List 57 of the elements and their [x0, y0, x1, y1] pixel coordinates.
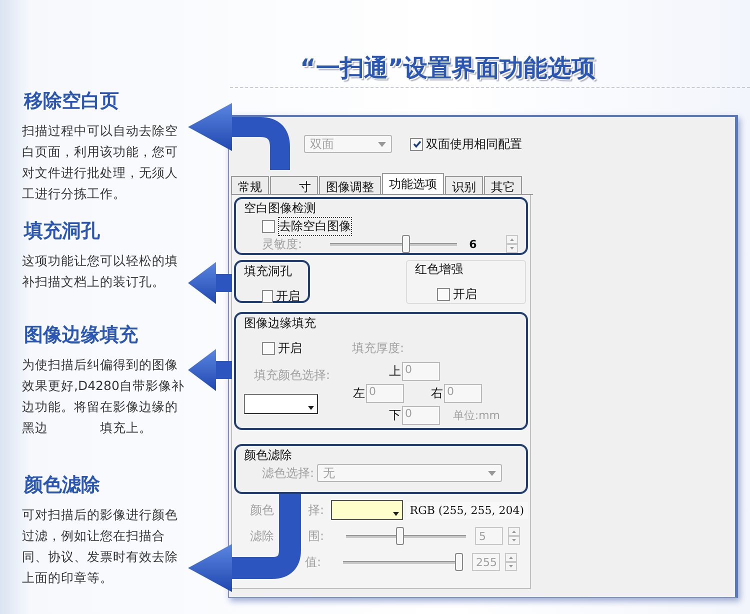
field-label: 下 [388, 407, 402, 424]
arrow-drawing [188, 349, 232, 391]
group-title: 颜色滤除 [244, 447, 293, 464]
spin-buttons[interactable] [508, 527, 520, 545]
feature-description: 可对扫描后的影像进行颜色过滤，例如让您在扫描合同、协议、发票时有效去除上面的印章等。 [22, 506, 179, 587]
checkbox-label: 去除空白图像 [278, 216, 352, 236]
group-title: 空白图像检测 [244, 200, 317, 217]
unit-label: 单位:mm [452, 408, 500, 423]
field-label: 左 [352, 385, 366, 402]
spin-buttons[interactable] [506, 235, 518, 253]
group-title: 红色增强 [415, 261, 464, 278]
field-label: 择: [308, 502, 324, 518]
caret-icon [488, 470, 496, 476]
feature-heading: 填充洞孔 [24, 219, 101, 244]
checkbox-label: 开启 [276, 288, 300, 305]
feature-description: 扫描过程中可以自动去除空白页面，利用该功能，您可对文件进行批处理，无须人工进行分拣工作。 [22, 122, 179, 203]
tab[interactable]: 功能选项 [382, 173, 444, 194]
field-label: 围: [308, 528, 324, 544]
group-title: 图像边缘填充 [244, 315, 317, 332]
slider[interactable] [330, 235, 458, 253]
page-title: “一扫通”设置界面功能选项 [300, 53, 597, 84]
spin-buttons[interactable] [505, 553, 518, 571]
field-label: 填充厚度: [352, 340, 406, 357]
tab[interactable]: 寸 [270, 176, 318, 194]
field-label: 右 [430, 385, 444, 402]
tab[interactable]: 识别 [445, 176, 483, 194]
tab[interactable]: 图像调整 [319, 176, 381, 194]
checkbox[interactable] [262, 290, 273, 303]
feature-description: 为使扫描后纠偏得到的图像效果更好,D4280自带影像补边功能。将留在影像边缘的黑边 填充上。 [22, 356, 186, 437]
checkbox-label: 双面使用相同配置 [426, 136, 522, 152]
checkbox[interactable] [410, 138, 423, 150]
group-title: 填充洞孔 [244, 263, 293, 280]
caret-icon [308, 406, 314, 410]
checkbox[interactable] [437, 288, 450, 301]
feature-heading: 移除空白页 [24, 89, 120, 114]
field-label: 填充颜色选择: [253, 367, 332, 384]
caret-icon [392, 512, 399, 516]
slider[interactable] [343, 553, 464, 571]
field-label: 值: [305, 554, 322, 570]
tab[interactable]: 常规 [231, 176, 269, 194]
feature-description: 这项功能让您可以轻松的填补扫描文档上的装订孔。 [22, 252, 179, 291]
tab[interactable]: 其它 [484, 176, 522, 194]
checkbox-label: 开启 [278, 340, 302, 357]
color-select[interactable] [244, 394, 318, 414]
feature-heading: 图像边缘填充 [24, 323, 139, 348]
arrow-drawing [188, 262, 232, 304]
field-label: 滤除 [250, 528, 274, 544]
field-label: 上 [388, 363, 402, 380]
checkbox-label: 开启 [453, 286, 477, 303]
feature-heading: 颜色滤除 [24, 473, 101, 498]
caret-icon [378, 142, 386, 146]
checkbox[interactable] [262, 220, 275, 232]
field-label: 颜色 [250, 502, 274, 518]
field-label: 滤色选择: [262, 464, 314, 482]
field-label: 灵敏度: [262, 236, 302, 252]
slider[interactable] [346, 527, 466, 545]
rgb-value: RGB (255, 255, 204) [406, 502, 528, 518]
